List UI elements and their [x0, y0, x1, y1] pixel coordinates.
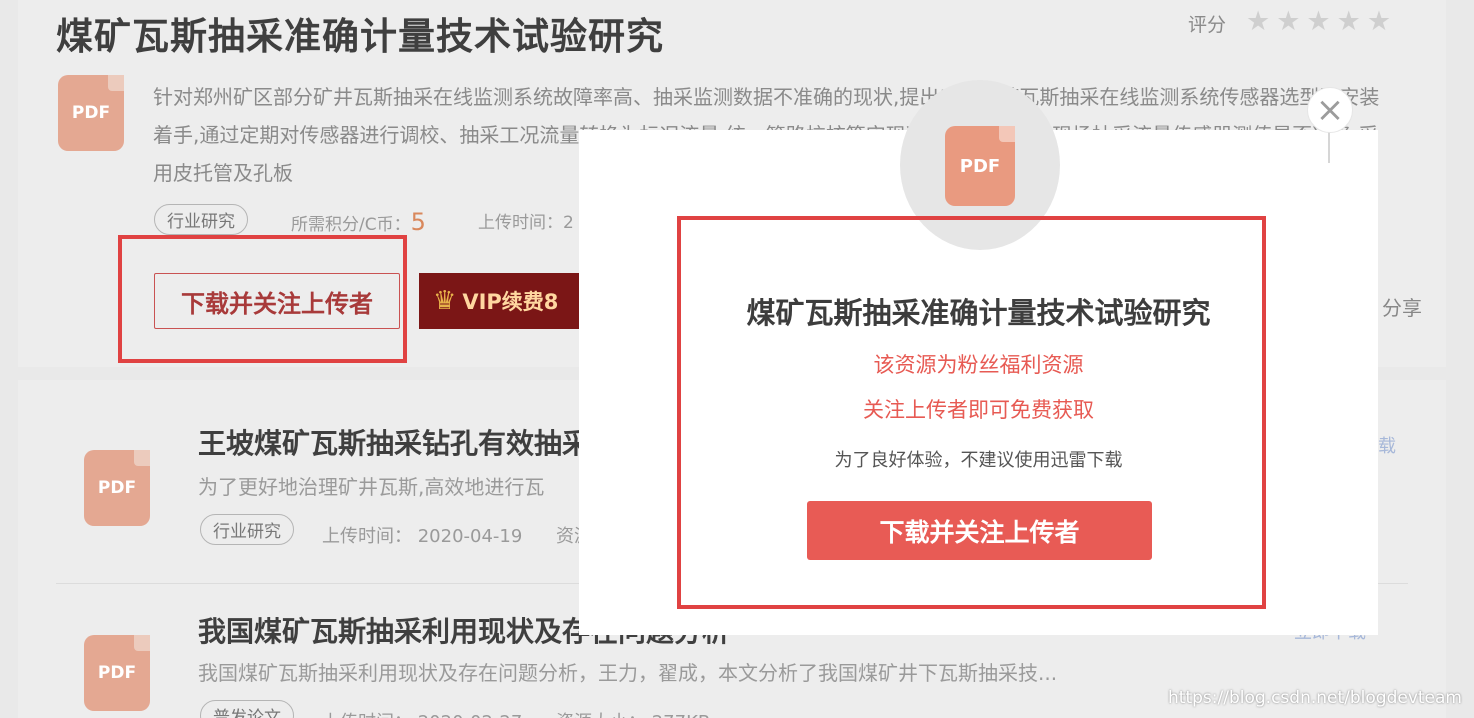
page: 煤矿瓦斯抽采准确计量技术试验研究 评分 ★★★★★ PDF 针对郑州矿区部分矿井…: [0, 0, 1474, 718]
share-link[interactable]: 分享: [1382, 292, 1422, 321]
close-icon[interactable]: ×: [1307, 87, 1353, 133]
list-item-desc: 我国煤矿瓦斯抽采利用现状及存在问题分析，王力，翟成，本文分析了我国煤矿井下瓦斯抽…: [198, 661, 1058, 685]
points-label: 所需积分/C币：: [291, 215, 411, 235]
list-item-tag[interactable]: 行业研究: [200, 514, 294, 545]
list-item-title[interactable]: 王坡煤矿瓦斯抽采钻孔有效抽采: [198, 422, 590, 462]
points-value: 5: [410, 208, 426, 236]
pdf-icon: PDF: [84, 450, 150, 526]
close-connector: [1328, 130, 1330, 163]
resource-title: 煤矿瓦斯抽采准确计量技术试验研究: [56, 15, 664, 58]
rating-stars[interactable]: ★★★★★: [1246, 6, 1397, 37]
modal-pdf-icon: PDF: [945, 126, 1015, 206]
list-item-tag[interactable]: 普发论文: [200, 700, 294, 718]
list-item-desc: 为了更好地治理矿井瓦斯,高效地进行瓦: [198, 475, 545, 499]
upload-meta: 上传时间：2: [478, 213, 574, 233]
highlight-box: [118, 235, 407, 363]
pdf-icon: PDF: [58, 75, 124, 151]
modal-highlight-box: [677, 216, 1266, 609]
list-item-upload: 上传时间： 2020-02-27: [322, 708, 522, 718]
vip-button-label: VIP续费8: [462, 290, 559, 314]
pdf-icon: PDF: [84, 635, 150, 711]
watermark: https://blog.csdn.net/blogdevteam: [1168, 688, 1462, 708]
crown-icon: ♛: [433, 286, 457, 316]
category-tag[interactable]: 行业研究: [154, 204, 248, 235]
list-item-size: 资源大小： 277KB: [556, 708, 710, 718]
vip-renew-button[interactable]: ♛ VIP续费8: [419, 273, 599, 329]
rating-label: 评分: [1188, 14, 1227, 36]
list-item-upload: 上传时间： 2020-04-19: [322, 526, 523, 547]
points-meta: 所需积分/C币：5: [291, 208, 426, 236]
